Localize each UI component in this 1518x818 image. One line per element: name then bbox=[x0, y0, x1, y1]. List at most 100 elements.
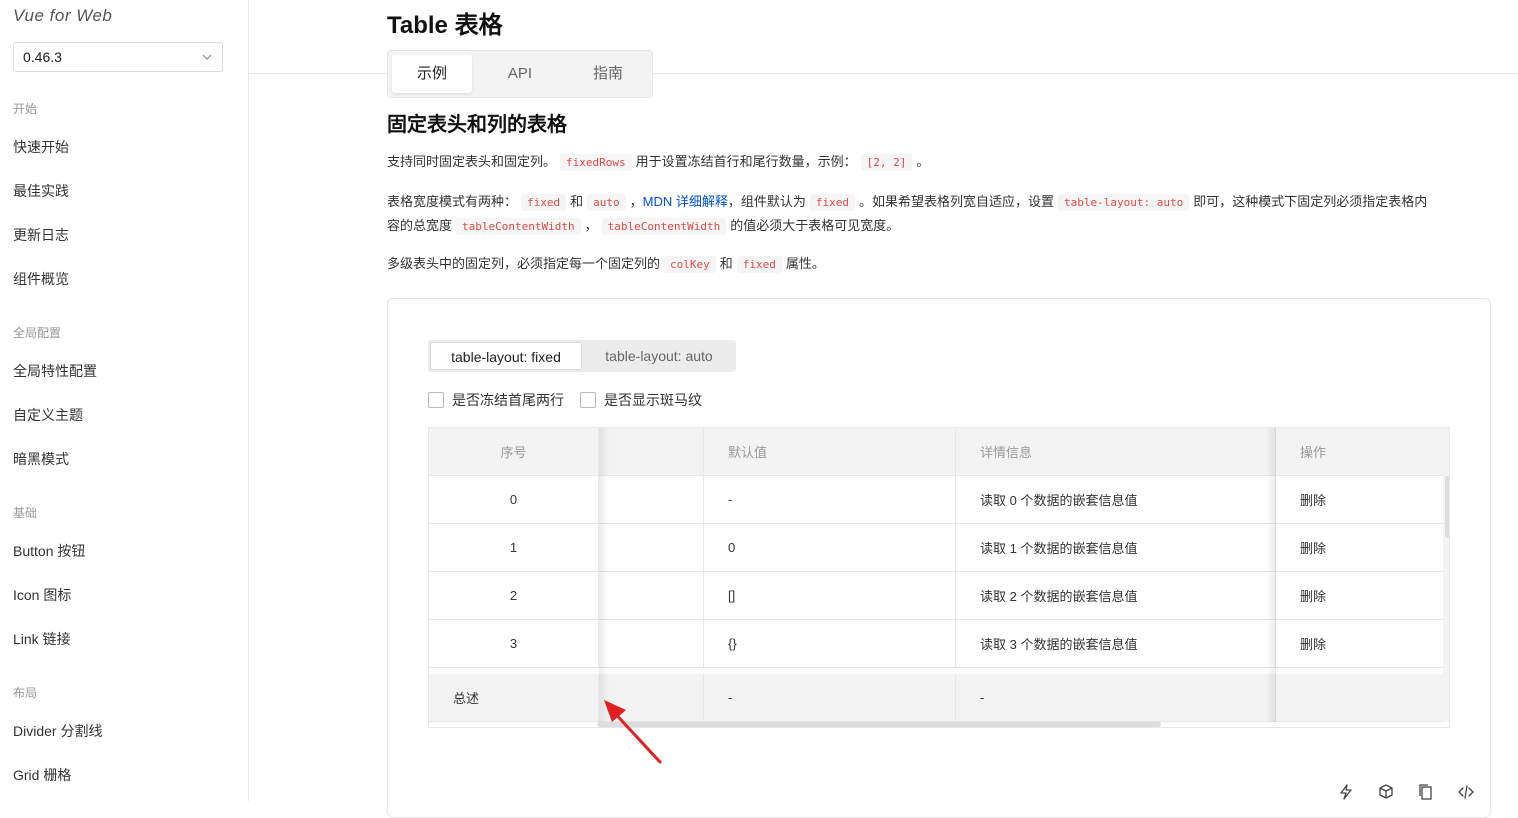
cell-detail: 读取 0 个数据的嵌套信息值 bbox=[956, 476, 1276, 523]
nav-item-overview[interactable]: 组件概览 bbox=[13, 269, 69, 289]
doc-tabs: 示例 API 指南 bbox=[387, 50, 653, 98]
header-cell-index: 序号 bbox=[429, 428, 599, 475]
tab-guide[interactable]: 指南 bbox=[568, 55, 648, 93]
lightning-icon[interactable] bbox=[1337, 783, 1355, 801]
cell-empty bbox=[599, 524, 704, 571]
sidebar: Vue for Web 0.46.3 开始 快速开始 最佳实践 更新日志 组件概… bbox=[0, 0, 249, 801]
code-table-layout-auto: table-layout: auto bbox=[1058, 194, 1190, 211]
delete-link[interactable]: 删除 bbox=[1276, 476, 1443, 523]
nav-item-dark-mode[interactable]: 暗黑模式 bbox=[13, 449, 69, 469]
chevron-down-icon bbox=[202, 54, 212, 60]
radio-layout-fixed[interactable]: table-layout: fixed bbox=[430, 342, 582, 370]
annotation-arrow-icon bbox=[604, 700, 662, 764]
table-row: 3 {} 读取 3 个数据的嵌套信息值 删除 bbox=[429, 620, 1443, 668]
text: 和 bbox=[719, 256, 733, 271]
cell-detail: 读取 1 个数据的嵌套信息值 bbox=[956, 524, 1276, 571]
cube-icon[interactable] bbox=[1377, 783, 1395, 801]
nav-item-changelog[interactable]: 更新日志 bbox=[13, 225, 69, 245]
cell-default: [] bbox=[704, 572, 956, 619]
text: 即可，这种模式下固定列必须指定表格内 bbox=[1193, 194, 1428, 209]
code-icon[interactable] bbox=[1457, 783, 1475, 801]
nav-item-custom-theme[interactable]: 自定义主题 bbox=[13, 405, 83, 425]
header-cell-operation: 操作 bbox=[1300, 445, 1327, 460]
version-select[interactable]: 0.46.3 bbox=[13, 42, 223, 72]
cell-index: 2 bbox=[429, 572, 599, 619]
header-cell-detail: 详情信息 bbox=[956, 428, 1276, 475]
nav-item-link[interactable]: Link 链接 bbox=[13, 629, 71, 649]
text: ， bbox=[584, 218, 598, 233]
cell-index: 0 bbox=[429, 476, 599, 523]
code-fixed-rows: fixedRows bbox=[560, 154, 632, 171]
checkbox-label: 是否显示斑马纹 bbox=[604, 392, 702, 408]
text: ， bbox=[629, 194, 643, 209]
text: 。如果希望表格列宽自适应，设置 bbox=[859, 194, 1055, 209]
nav-group-start: 开始 bbox=[13, 102, 38, 116]
code-fixed-attr: fixed bbox=[736, 256, 782, 273]
text: 的值必须大于表格可见宽度。 bbox=[730, 218, 900, 233]
nav-group-global-config: 全局配置 bbox=[13, 326, 62, 340]
cell-empty bbox=[599, 620, 704, 667]
text: 容的总宽度 bbox=[387, 218, 453, 233]
cell-default: {} bbox=[704, 620, 956, 667]
nav-item-best-practice[interactable]: 最佳实践 bbox=[13, 181, 69, 201]
data-table: 序号 默认值 详情信息 操作 0 - 读取 0 个数据的嵌套信息值 删除 1 0… bbox=[428, 427, 1450, 728]
text: 多级表头中的固定列，必须指定每一个固定列的 bbox=[387, 256, 661, 271]
header-cell-default: 默认值 bbox=[704, 428, 956, 475]
horizontal-scrollbar-thumb[interactable] bbox=[597, 722, 1161, 727]
vertical-scrollbar-thumb[interactable] bbox=[1445, 476, 1449, 538]
code-fixed: fixed bbox=[521, 194, 567, 211]
code-example: [2, 2] bbox=[860, 154, 913, 171]
text: 属性。 bbox=[785, 256, 825, 271]
cell-empty bbox=[599, 572, 704, 619]
cell-empty bbox=[599, 476, 704, 523]
footer-cell-detail: - bbox=[956, 674, 1276, 721]
delete-link[interactable]: 删除 bbox=[1276, 620, 1443, 667]
cell-index: 1 bbox=[429, 524, 599, 571]
description-paragraph-1: 支持同时固定表头和固定列。 fixedRows 用于设置冻结首行和尾行数量，示例：[… bbox=[387, 150, 929, 174]
cell-default: - bbox=[704, 476, 956, 523]
nav-item-divider[interactable]: Divider 分割线 bbox=[13, 721, 102, 741]
nav-group-layout: 布局 bbox=[13, 686, 38, 700]
checkbox-freeze-rows[interactable]: 是否冻结首尾两行 bbox=[428, 390, 564, 410]
code-colkey: colKey bbox=[664, 256, 716, 273]
version-value: 0.46.3 bbox=[23, 49, 62, 65]
description-paragraph-3: 多级表头中的固定列，必须指定每一个固定列的 colKey 和 fixed 属性。 bbox=[387, 252, 825, 276]
section-heading: 固定表头和列的表格 bbox=[387, 114, 567, 136]
text: ，组件默认为 bbox=[727, 194, 806, 209]
code-fixed-default: fixed bbox=[809, 194, 856, 211]
checkbox-box[interactable] bbox=[580, 392, 596, 408]
nav-item-grid[interactable]: Grid 栅格 bbox=[13, 765, 71, 785]
table-footer-row: 总述 - - bbox=[429, 674, 1443, 722]
table-header-row: 序号 默认值 详情信息 操作 bbox=[429, 428, 1443, 476]
table-row: 2 [] 读取 2 个数据的嵌套信息值 删除 bbox=[429, 572, 1443, 620]
nav-item-button[interactable]: Button 按钮 bbox=[13, 541, 85, 561]
text: 。 bbox=[916, 154, 930, 169]
mdn-link[interactable]: MDN 详细解释 bbox=[643, 194, 728, 209]
table-row: 1 0 读取 1 个数据的嵌套信息值 删除 bbox=[429, 524, 1443, 572]
nav-item-global-config[interactable]: 全局特性配置 bbox=[13, 361, 97, 381]
code-auto: auto bbox=[587, 194, 626, 211]
cell-index: 3 bbox=[429, 620, 599, 667]
delete-link[interactable]: 删除 bbox=[1276, 524, 1443, 571]
delete-link[interactable]: 删除 bbox=[1276, 572, 1443, 619]
description-paragraph-2: 表格宽度模式有两种： fixed 和 auto ，MDN 详细解释，组件默认为 fixed… bbox=[387, 190, 1427, 238]
text: 用于设置冻结首行和尾行数量，示例： bbox=[635, 154, 857, 169]
nav-item-quick-start[interactable]: 快速开始 bbox=[13, 137, 69, 157]
copy-icon[interactable] bbox=[1417, 783, 1435, 801]
table-row: 0 - 读取 0 个数据的嵌套信息值 删除 bbox=[429, 476, 1443, 524]
checkbox-box[interactable] bbox=[428, 392, 444, 408]
tab-examples[interactable]: 示例 bbox=[392, 55, 472, 93]
text: 表格宽度模式有两种： bbox=[387, 194, 518, 209]
vertical-scrollbar-track[interactable] bbox=[1443, 428, 1449, 722]
radio-layout-auto[interactable]: table-layout: auto bbox=[584, 342, 734, 370]
brand-logo[interactable]: Vue for Web bbox=[13, 6, 112, 26]
checkbox-stripe[interactable]: 是否显示斑马纹 bbox=[580, 390, 702, 410]
footer-cell-operation bbox=[1276, 674, 1443, 721]
page-title: Table 表格 bbox=[387, 12, 503, 39]
footer-cell-summary: 总述 bbox=[429, 674, 599, 721]
tab-api[interactable]: API bbox=[480, 55, 560, 93]
nav-item-icon[interactable]: Icon 图标 bbox=[13, 585, 71, 605]
text: 支持同时固定表头和固定列。 bbox=[387, 154, 557, 169]
checkbox-label: 是否冻结首尾两行 bbox=[452, 392, 564, 408]
text: 和 bbox=[570, 194, 584, 209]
